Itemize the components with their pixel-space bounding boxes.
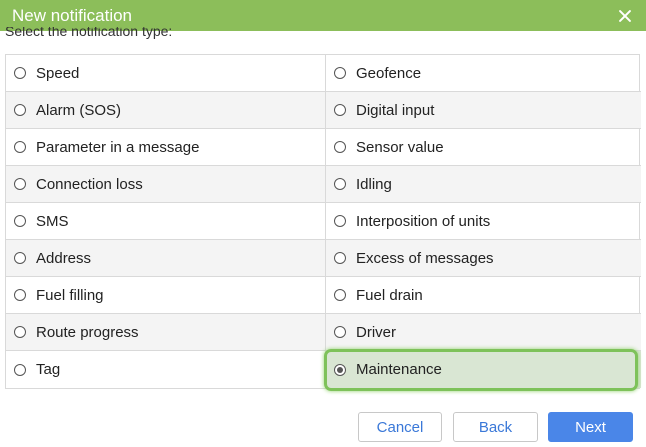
option-label: Address bbox=[36, 249, 92, 267]
option-label: Sensor value bbox=[356, 138, 444, 156]
option-label: Speed bbox=[36, 64, 80, 82]
radio-button[interactable] bbox=[14, 67, 26, 79]
radio-button[interactable] bbox=[14, 326, 26, 338]
type-option-address[interactable]: Address bbox=[6, 240, 326, 277]
type-option-connection-loss[interactable]: Connection loss bbox=[6, 166, 326, 203]
radio-button[interactable] bbox=[334, 178, 346, 190]
type-option-driver[interactable]: Driver bbox=[326, 314, 641, 351]
type-option-interposition-of-units[interactable]: Interposition of units bbox=[326, 203, 641, 240]
type-option-fuel-drain[interactable]: Fuel drain bbox=[326, 277, 641, 314]
option-label: Maintenance bbox=[356, 361, 442, 378]
option-label: Fuel drain bbox=[356, 286, 423, 304]
type-option-idling[interactable]: Idling bbox=[326, 166, 641, 203]
type-option-parameter-in-message[interactable]: Parameter in a message bbox=[6, 129, 326, 166]
radio-button[interactable] bbox=[14, 104, 26, 116]
option-label: Digital input bbox=[356, 101, 435, 119]
type-option-tag[interactable]: Tag bbox=[6, 351, 326, 388]
radio-button[interactable] bbox=[334, 67, 346, 79]
radio-button[interactable] bbox=[14, 141, 26, 153]
notification-type-grid: Speed Geofence Alarm (SOS) Digital input… bbox=[5, 54, 641, 389]
type-option-geofence[interactable]: Geofence bbox=[326, 55, 641, 92]
option-label: Driver bbox=[356, 323, 396, 341]
radio-button[interactable] bbox=[14, 215, 26, 227]
type-option-sensor-value[interactable]: Sensor value bbox=[326, 129, 641, 166]
radio-button[interactable] bbox=[14, 252, 26, 264]
option-label: Tag bbox=[36, 361, 61, 378]
type-option-maintenance[interactable]: Maintenance bbox=[326, 351, 641, 388]
type-option-sms[interactable]: SMS bbox=[6, 203, 326, 240]
option-label: Fuel filling bbox=[36, 286, 104, 304]
type-option-excess-of-messages[interactable]: Excess of messages bbox=[326, 240, 641, 277]
back-button[interactable]: Back bbox=[453, 412, 538, 442]
radio-button[interactable] bbox=[334, 326, 346, 338]
radio-button-selected[interactable] bbox=[334, 363, 346, 376]
type-option-route-progress[interactable]: Route progress bbox=[6, 314, 326, 351]
radio-button[interactable] bbox=[14, 363, 26, 376]
type-option-alarm-sos[interactable]: Alarm (SOS) bbox=[6, 92, 326, 129]
option-label: Idling bbox=[356, 175, 392, 193]
radio-button[interactable] bbox=[14, 289, 26, 301]
instruction-text: Select the notification type: bbox=[5, 27, 173, 39]
next-button[interactable]: Next bbox=[548, 412, 633, 442]
radio-button[interactable] bbox=[334, 215, 346, 227]
close-icon[interactable] bbox=[618, 9, 632, 23]
option-label: Parameter in a message bbox=[36, 138, 200, 156]
type-option-digital-input[interactable]: Digital input bbox=[326, 92, 641, 129]
option-label: Alarm (SOS) bbox=[36, 101, 122, 119]
option-label: Excess of messages bbox=[356, 249, 494, 267]
radio-button[interactable] bbox=[334, 252, 346, 264]
dialog-title: New notification bbox=[12, 5, 133, 25]
option-label: Connection loss bbox=[36, 175, 143, 193]
option-label: Interposition of units bbox=[356, 212, 491, 230]
type-option-fuel-filling[interactable]: Fuel filling bbox=[6, 277, 326, 314]
radio-button[interactable] bbox=[334, 141, 346, 153]
radio-button[interactable] bbox=[334, 289, 346, 301]
option-label: SMS bbox=[36, 212, 69, 230]
option-label: Geofence bbox=[356, 64, 422, 82]
cancel-button[interactable]: Cancel bbox=[358, 412, 442, 442]
radio-button[interactable] bbox=[14, 178, 26, 190]
radio-button[interactable] bbox=[334, 104, 346, 116]
option-label: Route progress bbox=[36, 323, 139, 341]
type-option-speed[interactable]: Speed bbox=[6, 55, 326, 92]
